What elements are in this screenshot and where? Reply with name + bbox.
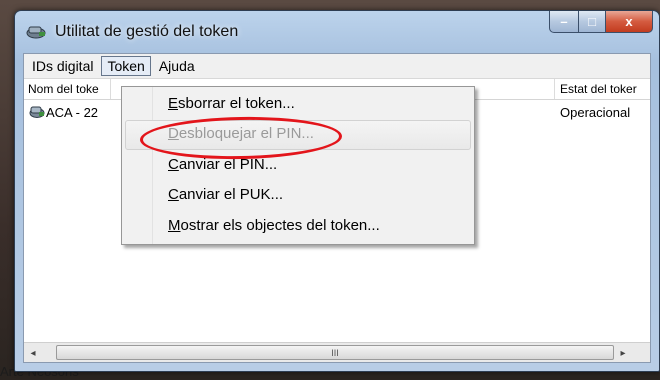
token-name: ACA - 22 bbox=[46, 105, 99, 120]
title-bar[interactable]: Utilitat de gestió del token – □ x bbox=[15, 11, 659, 53]
maximize-icon: □ bbox=[588, 14, 596, 29]
menu-item-accelerator: E bbox=[168, 95, 179, 112]
column-divider[interactable] bbox=[554, 79, 555, 99]
menu-item-canviar-puk[interactable]: Canviar el PUK... bbox=[168, 186, 283, 203]
menu-item-accelerator: M bbox=[168, 217, 181, 234]
menu-ids-digital[interactable]: IDs digital bbox=[26, 56, 99, 76]
menu-item-esborrar-token[interactable]: Esborrar el token... bbox=[168, 95, 295, 112]
scrollbar-grip-icon: III bbox=[331, 347, 339, 358]
window-title: Utilitat de gestió del token bbox=[55, 23, 239, 40]
column-divider[interactable] bbox=[110, 79, 111, 99]
menu-item-accelerator: C bbox=[168, 156, 179, 173]
column-header-status[interactable]: Estat del toker bbox=[560, 82, 652, 96]
column-header-name[interactable]: Nom del toke bbox=[28, 82, 108, 96]
window-controls: – □ x bbox=[549, 11, 653, 33]
menu-item-accelerator: C bbox=[168, 186, 179, 203]
minimize-icon: – bbox=[560, 14, 568, 29]
scrollbar-thumb[interactable]: III bbox=[56, 345, 614, 360]
menu-ajuda[interactable]: Ajuda bbox=[153, 56, 201, 76]
close-icon: x bbox=[625, 14, 633, 29]
menu-item-label: sborrar el token... bbox=[178, 95, 295, 112]
close-button[interactable]: x bbox=[606, 11, 653, 33]
menu-item-label: ostrar els objectes del token... bbox=[180, 217, 380, 234]
menu-item-label: anviar el PUK... bbox=[178, 186, 284, 203]
menu-token[interactable]: Token bbox=[101, 56, 151, 76]
menu-bar: IDs digital Token Ajuda bbox=[24, 54, 650, 79]
token-app-icon bbox=[25, 23, 47, 41]
menu-item-mostrar-objectes[interactable]: Mostrar els objectes del token... bbox=[168, 217, 380, 234]
maximize-button[interactable]: □ bbox=[579, 11, 606, 33]
minimize-button[interactable]: – bbox=[549, 11, 579, 33]
scroll-left-arrow-icon[interactable]: ◂ bbox=[26, 346, 40, 360]
menu-icon-gutter bbox=[122, 87, 153, 244]
token-device-icon bbox=[28, 104, 46, 123]
horizontal-scrollbar[interactable]: ◂ III ▸ bbox=[24, 342, 650, 362]
token-status: Operacional bbox=[560, 105, 631, 120]
scrollbar-corner bbox=[634, 343, 650, 362]
token-menu-dropdown: Esborrar el token... Desbloquejar el PIN… bbox=[121, 86, 475, 245]
scroll-right-arrow-icon[interactable]: ▸ bbox=[616, 346, 630, 360]
